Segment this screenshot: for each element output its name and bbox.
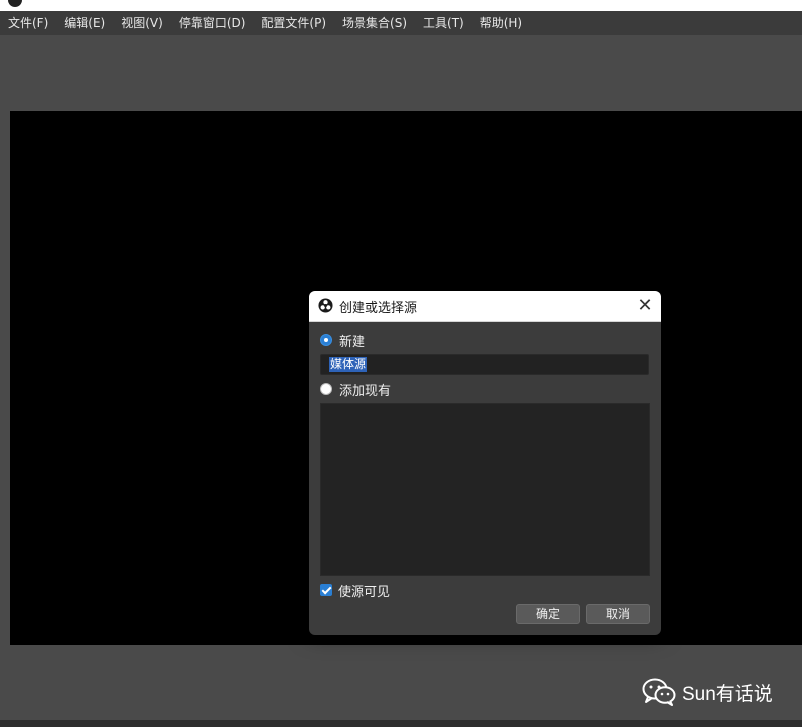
- menu-file[interactable]: 文件(F): [0, 11, 56, 35]
- window-titlebar: [0, 0, 802, 11]
- wechat-icon: [642, 678, 676, 706]
- menu-scene-collection[interactable]: 场景集合(S): [334, 11, 415, 35]
- obs-logo-icon: [318, 298, 333, 313]
- radio-new[interactable]: [320, 334, 332, 346]
- source-name-value: 媒体源: [329, 357, 368, 372]
- cancel-button[interactable]: 取消: [586, 604, 650, 624]
- radio-new-row[interactable]: 新建: [320, 331, 366, 350]
- menu-bar: 文件(F) 编辑(E) 视图(V) 停靠窗口(D) 配置文件(P) 场景集合(S…: [0, 11, 802, 35]
- obs-logo-icon: [8, 0, 22, 7]
- menu-tools[interactable]: 工具(T): [415, 11, 472, 35]
- radio-new-label: 新建: [339, 334, 366, 350]
- dialog-title: 创建或选择源: [339, 301, 418, 316]
- visible-checkbox-row[interactable]: 使源可见: [320, 581, 391, 600]
- existing-sources-list[interactable]: [320, 403, 650, 576]
- watermark: Sun有话说: [642, 678, 773, 706]
- menu-help[interactable]: 帮助(H): [472, 11, 530, 35]
- dialog-header: 创建或选择源 ✕: [309, 291, 661, 322]
- menu-profile[interactable]: 配置文件(P): [253, 11, 334, 35]
- watermark-text: Sun有话说: [682, 683, 773, 705]
- create-select-source-dialog: 创建或选择源 ✕ 新建 媒体源 添加现有 使源可见 确定 取消: [309, 291, 661, 635]
- menu-view[interactable]: 视图(V): [113, 11, 171, 35]
- close-icon[interactable]: ✕: [633, 294, 657, 318]
- bottom-dock-edge: [0, 720, 802, 727]
- radio-existing-row[interactable]: 添加现有: [320, 380, 392, 399]
- radio-existing-label: 添加现有: [339, 383, 392, 399]
- menu-edit[interactable]: 编辑(E): [56, 11, 113, 35]
- ok-button[interactable]: 确定: [516, 604, 580, 624]
- visible-checkbox[interactable]: [320, 584, 332, 596]
- radio-existing[interactable]: [320, 383, 332, 395]
- visible-checkbox-label: 使源可见: [338, 584, 391, 600]
- menu-docks[interactable]: 停靠窗口(D): [171, 11, 254, 35]
- source-name-input[interactable]: 媒体源: [320, 354, 649, 375]
